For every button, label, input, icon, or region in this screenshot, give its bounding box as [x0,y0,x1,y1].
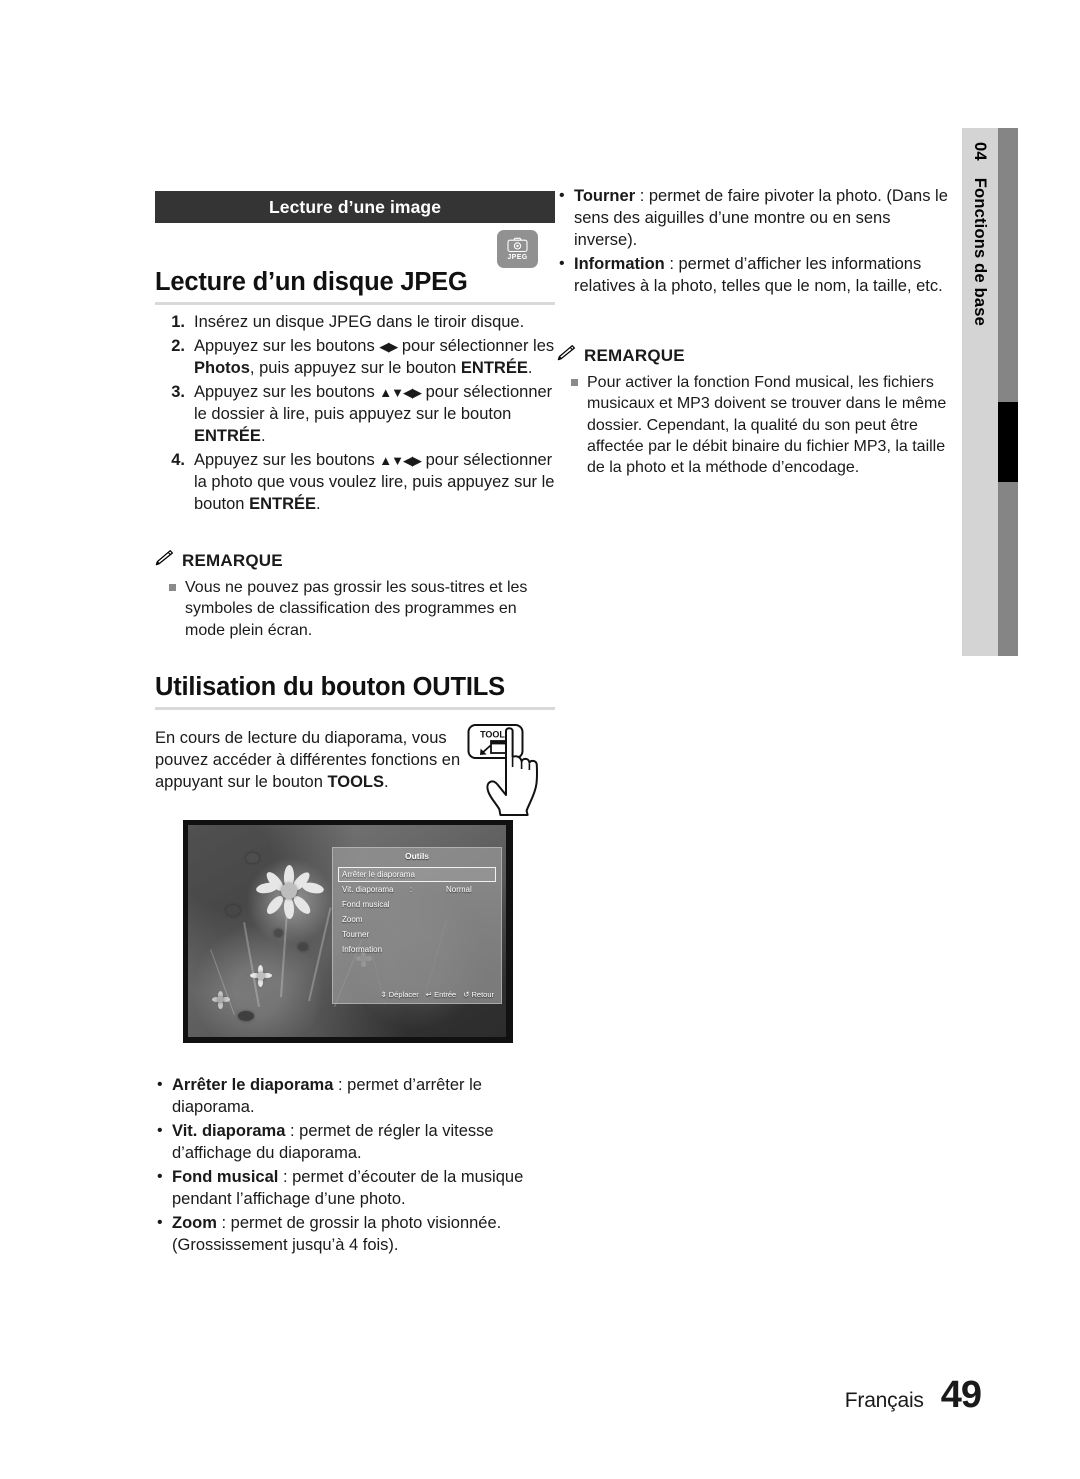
footer-language: Français [844,1389,924,1412]
osd-hint-label: Retour [471,989,494,999]
manual-page: 04 Fonctions de base Lecture d’une image… [0,0,1080,1479]
footer-page-number: 49 [940,1374,982,1416]
slideshow-photo: Outils Arrêter le diaporama Vit. diapora… [188,825,506,1037]
feature-item: Vit. diaporama : permet de régler la vit… [155,1120,545,1165]
note-heading: REMARQUE [155,550,555,571]
jpeg-section-heading: Lecture d’un disque JPEG [155,268,468,296]
flower-bud [274,929,283,937]
feature-item: Arrêter le diaporama : permet d’arrêter … [155,1074,545,1119]
step-text: Insérez un disque JPEG dans le tiroir di… [194,313,525,331]
tools-heading-rule [155,707,555,710]
osd-hint-move: ⇕ Déplacer [380,990,418,999]
chapter-index-marker [998,402,1018,482]
flower-bud [246,853,259,863]
step-item: 2. Appuyez sur les boutons ◀▶ pour sélec… [155,336,557,380]
osd-item-arreter-le-diaporama[interactable]: Arrêter le diaporama [338,867,496,882]
up-down-arrow-icon: ⇕ [380,989,387,999]
note-heading-label: REMARQUE [182,550,283,570]
osd-item-label: Arrêter le diaporama [342,870,415,879]
chapter-index-bar [998,128,1018,656]
osd-footer-hints: ⇕ Déplacer ↵ Entrée ↺ Retour [332,984,502,1004]
flower-bud [226,905,240,916]
osd-item-label: Information [342,945,383,954]
osd-item-information[interactable]: Information [338,942,496,957]
page-footer: Français 49 [0,1374,1080,1417]
osd-hint-return: ↺ Retour [463,990,494,999]
enter-icon: ↵ [425,989,433,999]
tools-features-left: Arrêter le diaporama : permet d’arrêter … [155,1074,545,1259]
chapter-title: Fonctions de base [971,177,990,327]
jpeg-heading-rule [155,302,555,305]
chapter-tab-label: 04 Fonctions de base [962,128,998,656]
step-text: Appuyez sur les boutons ◀▶ pour sélectio… [194,336,555,377]
tools-button-illustration: TOOLS [466,722,566,817]
osd-item-value: Normal [446,885,472,894]
flower-bloom-small [250,965,272,987]
step-item: 3. Appuyez sur les boutons ▲▼◀▶ pour sél… [155,382,557,448]
feature-item: Information : permet d’afficher les info… [557,253,949,298]
pencil-icon [155,550,182,571]
osd-item-vit-diaporama[interactable]: Vit. diaporama : Normal [338,882,496,897]
tv-screenshot: Outils Arrêter le diaporama Vit. diapora… [183,820,513,1043]
step-number: 3. [171,382,185,401]
step-number: 2. [171,336,185,355]
osd-item-zoom[interactable]: Zoom [338,912,496,927]
tools-section-heading: Utilisation du bouton OUTILS [155,673,505,701]
flower-bud [298,943,308,951]
note-item: Pour activer la fonction Fond musical, l… [557,372,949,478]
return-icon: ↺ [463,989,470,999]
left-note-block: REMARQUE Vous ne pouvez pas grossir les … [155,550,555,642]
chapter-number: 04 [971,142,990,161]
feature-item: Tourner : permet de faire pivoter la pho… [557,185,949,252]
osd-item-label: Fond musical [342,900,390,909]
osd-item-label: Vit. diaporama [342,885,394,894]
step-item: 4. Appuyez sur les boutons ▲▼◀▶ pour sél… [155,450,557,516]
osd-item-fond-musical[interactable]: Fond musical [338,897,496,912]
osd-hint-label: Déplacer [388,989,419,999]
osd-title: Outils [404,851,430,861]
step-text: Appuyez sur les boutons ▲▼◀▶ pour sélect… [194,450,555,513]
note-heading-label: REMARQUE [584,345,685,365]
osd-hint-label: Entrée [434,989,457,999]
note-items: Vous ne pouvez pas grossir les sous-titr… [155,577,555,641]
osd-item-list: Arrêter le diaporama Vit. diaporama : No… [338,867,496,957]
media-badge-label: JPEG [507,254,528,261]
pencil-icon [557,345,584,366]
flower-bloom-small [212,991,230,1009]
section-title-bar: Lecture d’une image [155,191,555,223]
osd-hint-enter: ↵ Entrée [426,990,456,999]
section-title-label: Lecture d’une image [268,196,442,217]
jpeg-steps-list: 1. Insérez un disque JPEG dans le tiroir… [155,312,557,517]
feature-item: Fond musical : permet d’écouter de la mu… [155,1166,545,1211]
osd-item-label: Zoom [342,915,363,924]
tools-paragraph: En cours de lecture du diaporama, vous p… [155,729,461,791]
osd-item-tourner[interactable]: Tourner [338,927,496,942]
step-text: Appuyez sur les boutons ▲▼◀▶ pour sélect… [194,382,553,445]
osd-item-label: Tourner [342,930,370,939]
note-heading: REMARQUE [557,345,949,366]
osd-tools-menu[interactable]: Outils Arrêter le diaporama Vit. diapora… [332,847,502,1004]
note-items: Pour activer la fonction Fond musical, l… [557,372,949,478]
flower-bloom [255,864,325,920]
chapter-tab: 04 Fonctions de base [962,128,998,656]
note-item: Vous ne pouvez pas grossir les sous-titr… [155,577,555,641]
right-note-block: REMARQUE Pour activer la fonction Fond m… [557,345,949,479]
flower-bud [238,1011,254,1021]
camera-icon [507,237,528,253]
step-number: 1. [171,313,185,331]
media-type-badge: JPEG [497,230,538,268]
osd-item-separator: : [410,885,413,894]
step-item: 1. Insérez un disque JPEG dans le tiroir… [155,312,557,334]
step-number: 4. [171,450,185,469]
feature-item: Zoom : permet de grossir la photo vision… [155,1212,545,1257]
tools-features-right: Tourner : permet de faire pivoter la pho… [557,185,949,300]
